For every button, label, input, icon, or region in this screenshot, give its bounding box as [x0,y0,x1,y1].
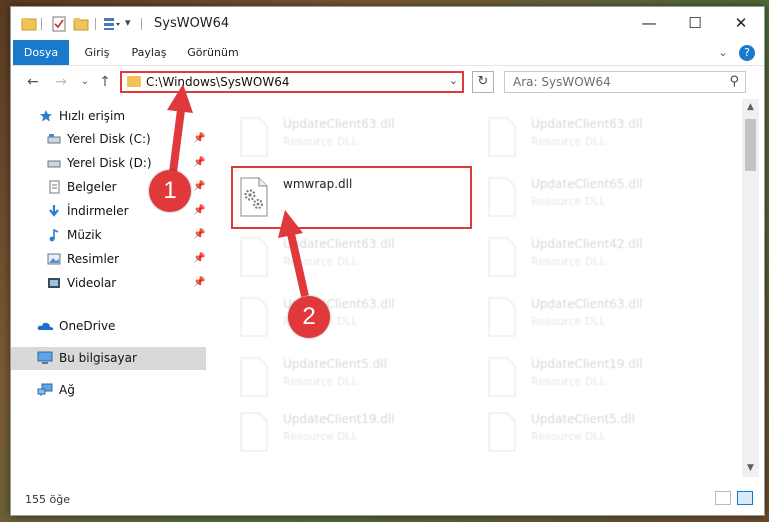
step-2-badge: 2 [288,296,330,338]
annotation-overlay [167,84,309,297]
step-1-badge: 1 [149,170,191,212]
arrow-2-shaft [287,233,309,297]
arrow-1-head [167,84,193,113]
arrow-2-head [278,210,303,238]
